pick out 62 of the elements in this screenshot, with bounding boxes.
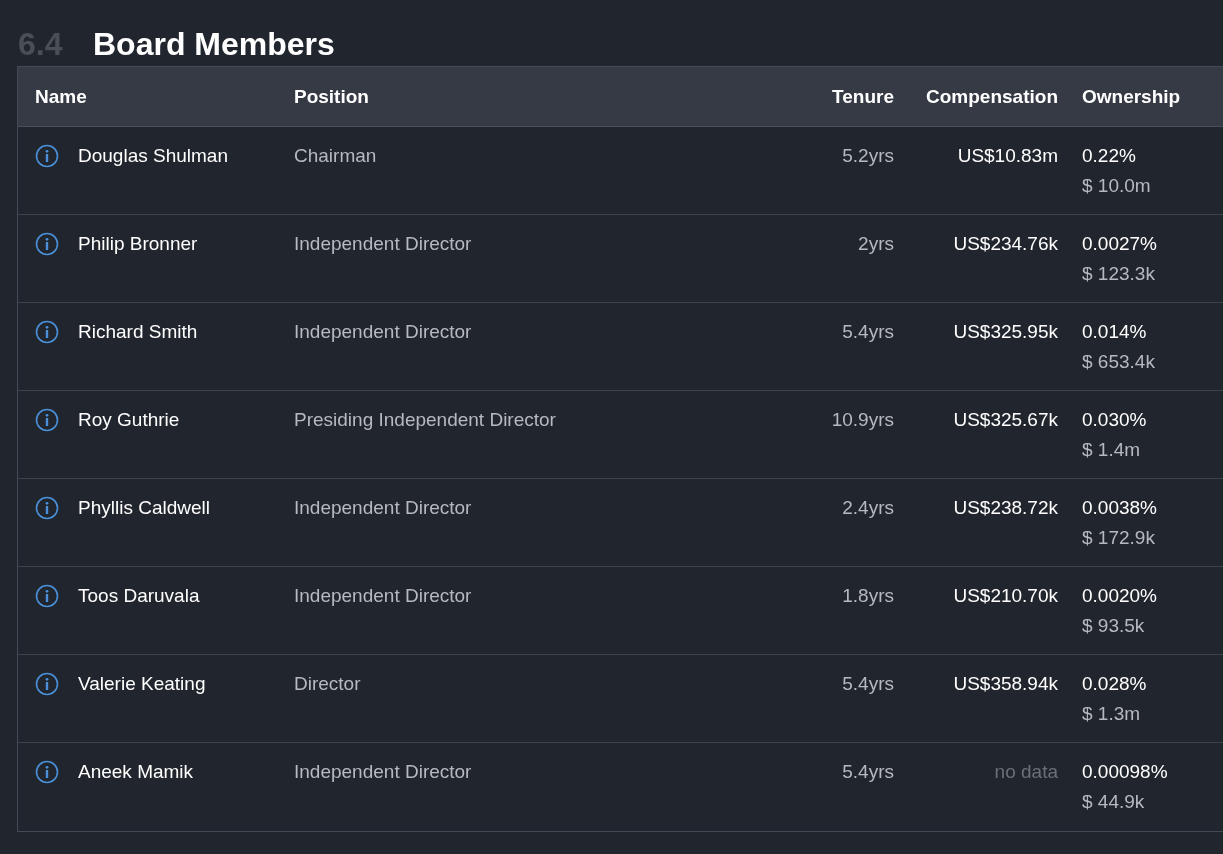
ownership-value: $ 123.3k xyxy=(1082,263,1155,285)
position-text: Independent Director xyxy=(294,233,472,254)
ownership-percent: 0.0038% xyxy=(1082,497,1157,519)
ownership-value: $ 1.4m xyxy=(1082,439,1141,461)
ownership-percent: 0.0020% xyxy=(1082,585,1157,607)
tenure-text: 2.4yrs xyxy=(842,497,894,518)
compensation-text: US$210.70k xyxy=(953,585,1058,606)
ownership-value: $ 10.0m xyxy=(1082,175,1151,197)
info-icon[interactable] xyxy=(35,672,59,696)
column-header: Tenure xyxy=(832,85,894,107)
tenure-text: 5.4yrs xyxy=(842,761,894,782)
ownership-percent: 0.00098% xyxy=(1082,761,1168,783)
tenure-text: 10.9yrs xyxy=(831,409,894,430)
member-name: Toos Daruvala xyxy=(78,585,200,607)
info-icon[interactable] xyxy=(35,320,59,344)
column-header: Position xyxy=(294,85,369,107)
info-icon[interactable] xyxy=(35,760,59,784)
position-text: Presiding Independent Director xyxy=(294,409,556,430)
compensation-text: US$10.83m xyxy=(957,145,1058,166)
column-header: Compensation xyxy=(926,85,1058,107)
compensation-text: no data xyxy=(994,761,1058,782)
ownership-percent: 0.22% xyxy=(1082,145,1136,167)
ownership-value: $ 44.9k xyxy=(1082,791,1145,813)
ownership-value: $ 172.9k xyxy=(1082,527,1155,549)
ownership-value: $ 1.3m xyxy=(1082,703,1141,725)
member-name: Roy Guthrie xyxy=(78,409,180,431)
column-header: Name xyxy=(35,85,87,108)
info-icon[interactable] xyxy=(35,408,59,432)
tenure-text: 1.8yrs xyxy=(842,585,894,606)
compensation-text: US$325.95k xyxy=(953,321,1058,342)
info-icon[interactable] xyxy=(35,496,59,520)
position-text: Chairman xyxy=(294,145,377,166)
compensation-text: US$358.94k xyxy=(953,673,1058,694)
compensation-text: US$234.76k xyxy=(953,233,1058,254)
member-name: Aneek Mamik xyxy=(78,761,194,783)
compensation-text: US$238.72k xyxy=(953,497,1058,518)
info-icon[interactable] xyxy=(35,584,59,608)
member-name: Phyllis Caldwell xyxy=(78,497,210,519)
ownership-percent: 0.0027% xyxy=(1082,233,1157,255)
member-name: Douglas Shulman xyxy=(78,145,228,167)
position-text: Director xyxy=(294,673,361,694)
compensation-text: US$325.67k xyxy=(953,409,1058,430)
section-title: Board Members xyxy=(93,26,335,63)
info-icon[interactable] xyxy=(35,144,59,168)
member-name: Richard Smith xyxy=(78,321,198,343)
member-name: Valerie Keating xyxy=(78,673,206,695)
ownership-value: $ 653.4k xyxy=(1082,351,1155,373)
tenure-text: 2yrs xyxy=(858,233,894,254)
ownership-percent: 0.030% xyxy=(1082,409,1147,431)
ownership-percent: 0.028% xyxy=(1082,673,1147,695)
tenure-text: 5.2yrs xyxy=(842,145,894,166)
ownership-value: $ 93.5k xyxy=(1082,615,1145,637)
column-header: Ownership xyxy=(1082,85,1181,107)
position-text: Independent Director xyxy=(294,585,472,606)
ownership-percent: 0.014% xyxy=(1082,321,1147,343)
position-text: Independent Director xyxy=(294,497,472,518)
tenure-text: 5.4yrs xyxy=(842,321,894,342)
position-text: Independent Director xyxy=(294,761,472,782)
info-icon[interactable] xyxy=(35,232,59,256)
position-text: Independent Director xyxy=(294,321,472,342)
tenure-text: 5.4yrs xyxy=(842,673,894,694)
member-name: Philip Bronner xyxy=(78,233,198,255)
